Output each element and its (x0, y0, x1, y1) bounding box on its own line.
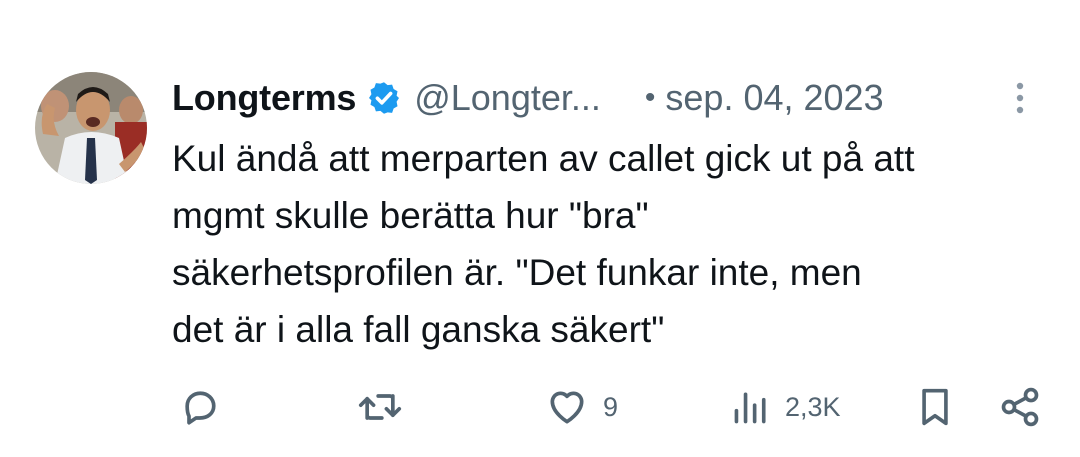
bookmark-button[interactable] (915, 382, 955, 432)
tweet-text-line: Kul ändå att merparten av callet gick ut… (172, 138, 915, 179)
share-button[interactable] (998, 382, 1042, 432)
reply-button[interactable] (178, 382, 222, 432)
tweet-text: Kul ändå att merparten av callet gick ut… (172, 130, 1052, 358)
tweet-text-line: det är i alla fall ganska säkert" (172, 309, 665, 350)
verified-badge-icon (366, 80, 402, 116)
author-handle[interactable]: @Longter... (414, 77, 601, 119)
views-count: 2,3K (785, 391, 841, 422)
share-icon (1001, 387, 1039, 427)
tweet-header: Longterms @Longter... • sep. 04, 2023 (172, 74, 1052, 122)
views-button[interactable]: 2,3K (731, 382, 841, 432)
retweet-icon (358, 394, 402, 420)
more-options-icon[interactable] (1010, 78, 1030, 118)
tweet-text-line: säkerhetsprofilen är. "Det funkar inte, … (172, 252, 862, 293)
author-name[interactable]: Longterms (172, 77, 356, 119)
separator-dot: • (644, 81, 656, 114)
heart-icon (550, 391, 584, 424)
tweet-text-line: mgmt skulle berätta hur "bra" (172, 195, 649, 236)
avatar[interactable] (35, 72, 147, 184)
like-count: 9 (603, 391, 619, 422)
like-button[interactable]: 9 (545, 382, 618, 432)
tweet-date[interactable]: sep. 04, 2023 (665, 77, 883, 119)
views-icon (734, 392, 766, 424)
retweet-button[interactable] (355, 382, 405, 432)
bookmark-icon (922, 388, 948, 426)
reply-icon (185, 391, 216, 425)
